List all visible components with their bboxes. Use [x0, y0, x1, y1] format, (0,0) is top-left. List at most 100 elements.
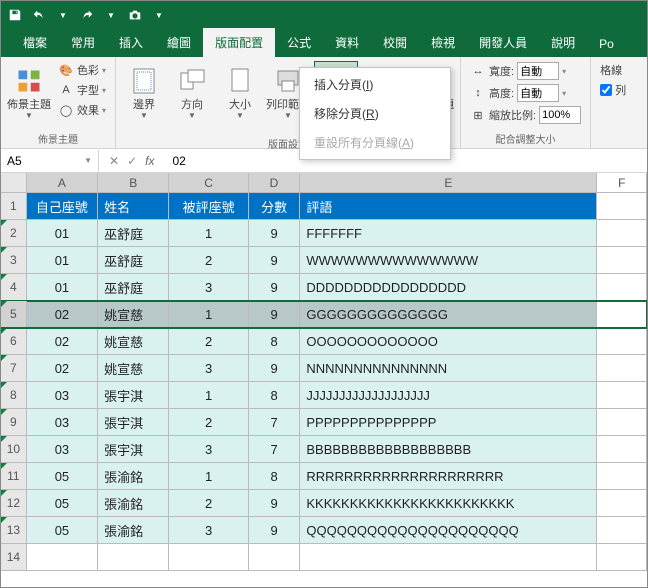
cell[interactable]: 05	[27, 490, 98, 516]
cell[interactable]	[597, 544, 647, 570]
tab-insert[interactable]: 插入	[107, 28, 155, 57]
cell[interactable]: 1	[169, 463, 248, 489]
row-header-6[interactable]: 6	[1, 328, 27, 354]
row-header-8[interactable]: 8	[1, 382, 27, 408]
cell[interactable]: 9	[249, 517, 301, 543]
cell[interactable]: 巫舒庭	[98, 274, 169, 300]
col-header-c[interactable]: C	[169, 173, 248, 192]
cell[interactable]: RRRRRRRRRRRRRRRRRRRRR	[300, 463, 597, 489]
scale-width-row[interactable]: ↔寬度:▾	[467, 61, 584, 81]
cell[interactable]: JJJJJJJJJJJJJJJJJJJ	[300, 382, 597, 408]
cell[interactable]: 3	[169, 274, 248, 300]
cell[interactable]: 張渝銘	[98, 517, 169, 543]
cell[interactable]: 2	[169, 490, 248, 516]
gridlines-checkbox[interactable]	[600, 84, 612, 96]
cell[interactable]	[597, 247, 647, 273]
cell[interactable]: 巫舒庭	[98, 247, 169, 273]
effects-button[interactable]: ◯效果▾	[55, 101, 109, 119]
cell[interactable]: 05	[27, 463, 98, 489]
tab-formulas[interactable]: 公式	[275, 28, 323, 57]
cell[interactable]: 01	[27, 247, 98, 273]
cell[interactable]	[597, 355, 647, 381]
themes-button[interactable]: 佈景主題▼	[7, 61, 51, 120]
undo-icon[interactable]	[31, 7, 47, 23]
row-header-10[interactable]: 10	[1, 436, 27, 462]
tab-developer[interactable]: 開發人員	[467, 28, 539, 57]
cell[interactable]: 9	[249, 220, 301, 246]
tab-more[interactable]: Po	[587, 31, 626, 57]
redo-icon[interactable]	[79, 7, 95, 23]
row-header-3[interactable]: 3	[1, 247, 27, 273]
cell[interactable]: 8	[249, 382, 301, 408]
cell[interactable]	[597, 490, 647, 516]
cell[interactable]: 2	[169, 409, 248, 435]
cell[interactable]: 2	[169, 328, 248, 354]
cell[interactable]: 01	[27, 220, 98, 246]
col-header-f[interactable]: F	[597, 173, 647, 192]
cell[interactable]	[249, 544, 301, 570]
cell[interactable]	[597, 274, 647, 300]
scale-pct-row[interactable]: ⊞縮放比例:	[467, 105, 584, 125]
scale-height-input[interactable]	[517, 84, 559, 102]
tab-draw[interactable]: 繪圖	[155, 28, 203, 57]
cell[interactable]: NNNNNNNNNNNNNNN	[300, 355, 597, 381]
tab-help[interactable]: 說明	[539, 28, 587, 57]
cell[interactable]	[597, 463, 647, 489]
cell[interactable]: 9	[249, 301, 301, 327]
row-header-4[interactable]: 4	[1, 274, 27, 300]
margins-button[interactable]: 邊界▼	[122, 61, 166, 120]
cell[interactable]	[597, 328, 647, 354]
camera-icon[interactable]	[127, 7, 143, 23]
col-header-b[interactable]: B	[98, 173, 169, 192]
tab-home[interactable]: 常用	[59, 28, 107, 57]
cell[interactable]: 姚宣慈	[98, 328, 169, 354]
cell[interactable]: 1	[169, 220, 248, 246]
tab-review[interactable]: 校閱	[371, 28, 419, 57]
row-header-7[interactable]: 7	[1, 355, 27, 381]
cell[interactable]: 1	[169, 382, 248, 408]
menu-insert-break[interactable]: 插入分頁(I)	[302, 70, 448, 99]
gridlines-view[interactable]: 列	[597, 81, 629, 99]
col-header-d[interactable]: D	[249, 173, 301, 192]
header-cell[interactable]: 評語	[300, 193, 597, 219]
cell[interactable]: 05	[27, 517, 98, 543]
fx-icon[interactable]: fx	[145, 154, 154, 168]
cell[interactable]: 02	[27, 355, 98, 381]
cell[interactable]: 姚宣慈	[98, 355, 169, 381]
cell[interactable]: 1	[169, 301, 248, 327]
cell[interactable]: 張渝銘	[98, 463, 169, 489]
orientation-button[interactable]: 方向▼	[170, 61, 214, 120]
cell[interactable]	[597, 220, 647, 246]
cell[interactable]: 03	[27, 436, 98, 462]
cell[interactable]: 9	[249, 247, 301, 273]
cell[interactable]	[169, 544, 248, 570]
scale-pct-input[interactable]	[539, 106, 581, 124]
scale-height-row[interactable]: ↕高度:▾	[467, 83, 584, 103]
select-all-corner[interactable]	[1, 173, 27, 192]
cell[interactable]: 9	[249, 355, 301, 381]
cell[interactable]	[597, 382, 647, 408]
row-header-9[interactable]: 9	[1, 409, 27, 435]
row-header-2[interactable]: 2	[1, 220, 27, 246]
menu-remove-break[interactable]: 移除分頁(R)	[302, 99, 448, 128]
cell[interactable]: 張渝銘	[98, 490, 169, 516]
cell[interactable]: 張宇淇	[98, 409, 169, 435]
cell[interactable]: 巫舒庭	[98, 220, 169, 246]
cell[interactable]: DDDDDDDDDDDDDDDDD	[300, 274, 597, 300]
scale-width-input[interactable]	[517, 62, 559, 80]
cell[interactable]	[300, 544, 597, 570]
cell[interactable]	[597, 301, 647, 327]
cell[interactable]: 張宇淇	[98, 382, 169, 408]
cell[interactable]: 姚宣慈	[98, 301, 169, 327]
cell[interactable]: GGGGGGGGGGGGGG	[300, 301, 597, 327]
cell[interactable]: QQQQQQQQQQQQQQQQQQQQQ	[300, 517, 597, 543]
customize-qat-icon[interactable]: ▼	[151, 7, 167, 23]
cell[interactable]: FFFFFFF	[300, 220, 597, 246]
row-header-12[interactable]: 12	[1, 490, 27, 516]
cell[interactable]: 7	[249, 436, 301, 462]
row-header-1[interactable]: 1	[1, 193, 27, 219]
cell[interactable]: 9	[249, 274, 301, 300]
cell[interactable]	[597, 436, 647, 462]
tab-file[interactable]: 檔案	[11, 28, 59, 57]
cell[interactable]: 3	[169, 355, 248, 381]
